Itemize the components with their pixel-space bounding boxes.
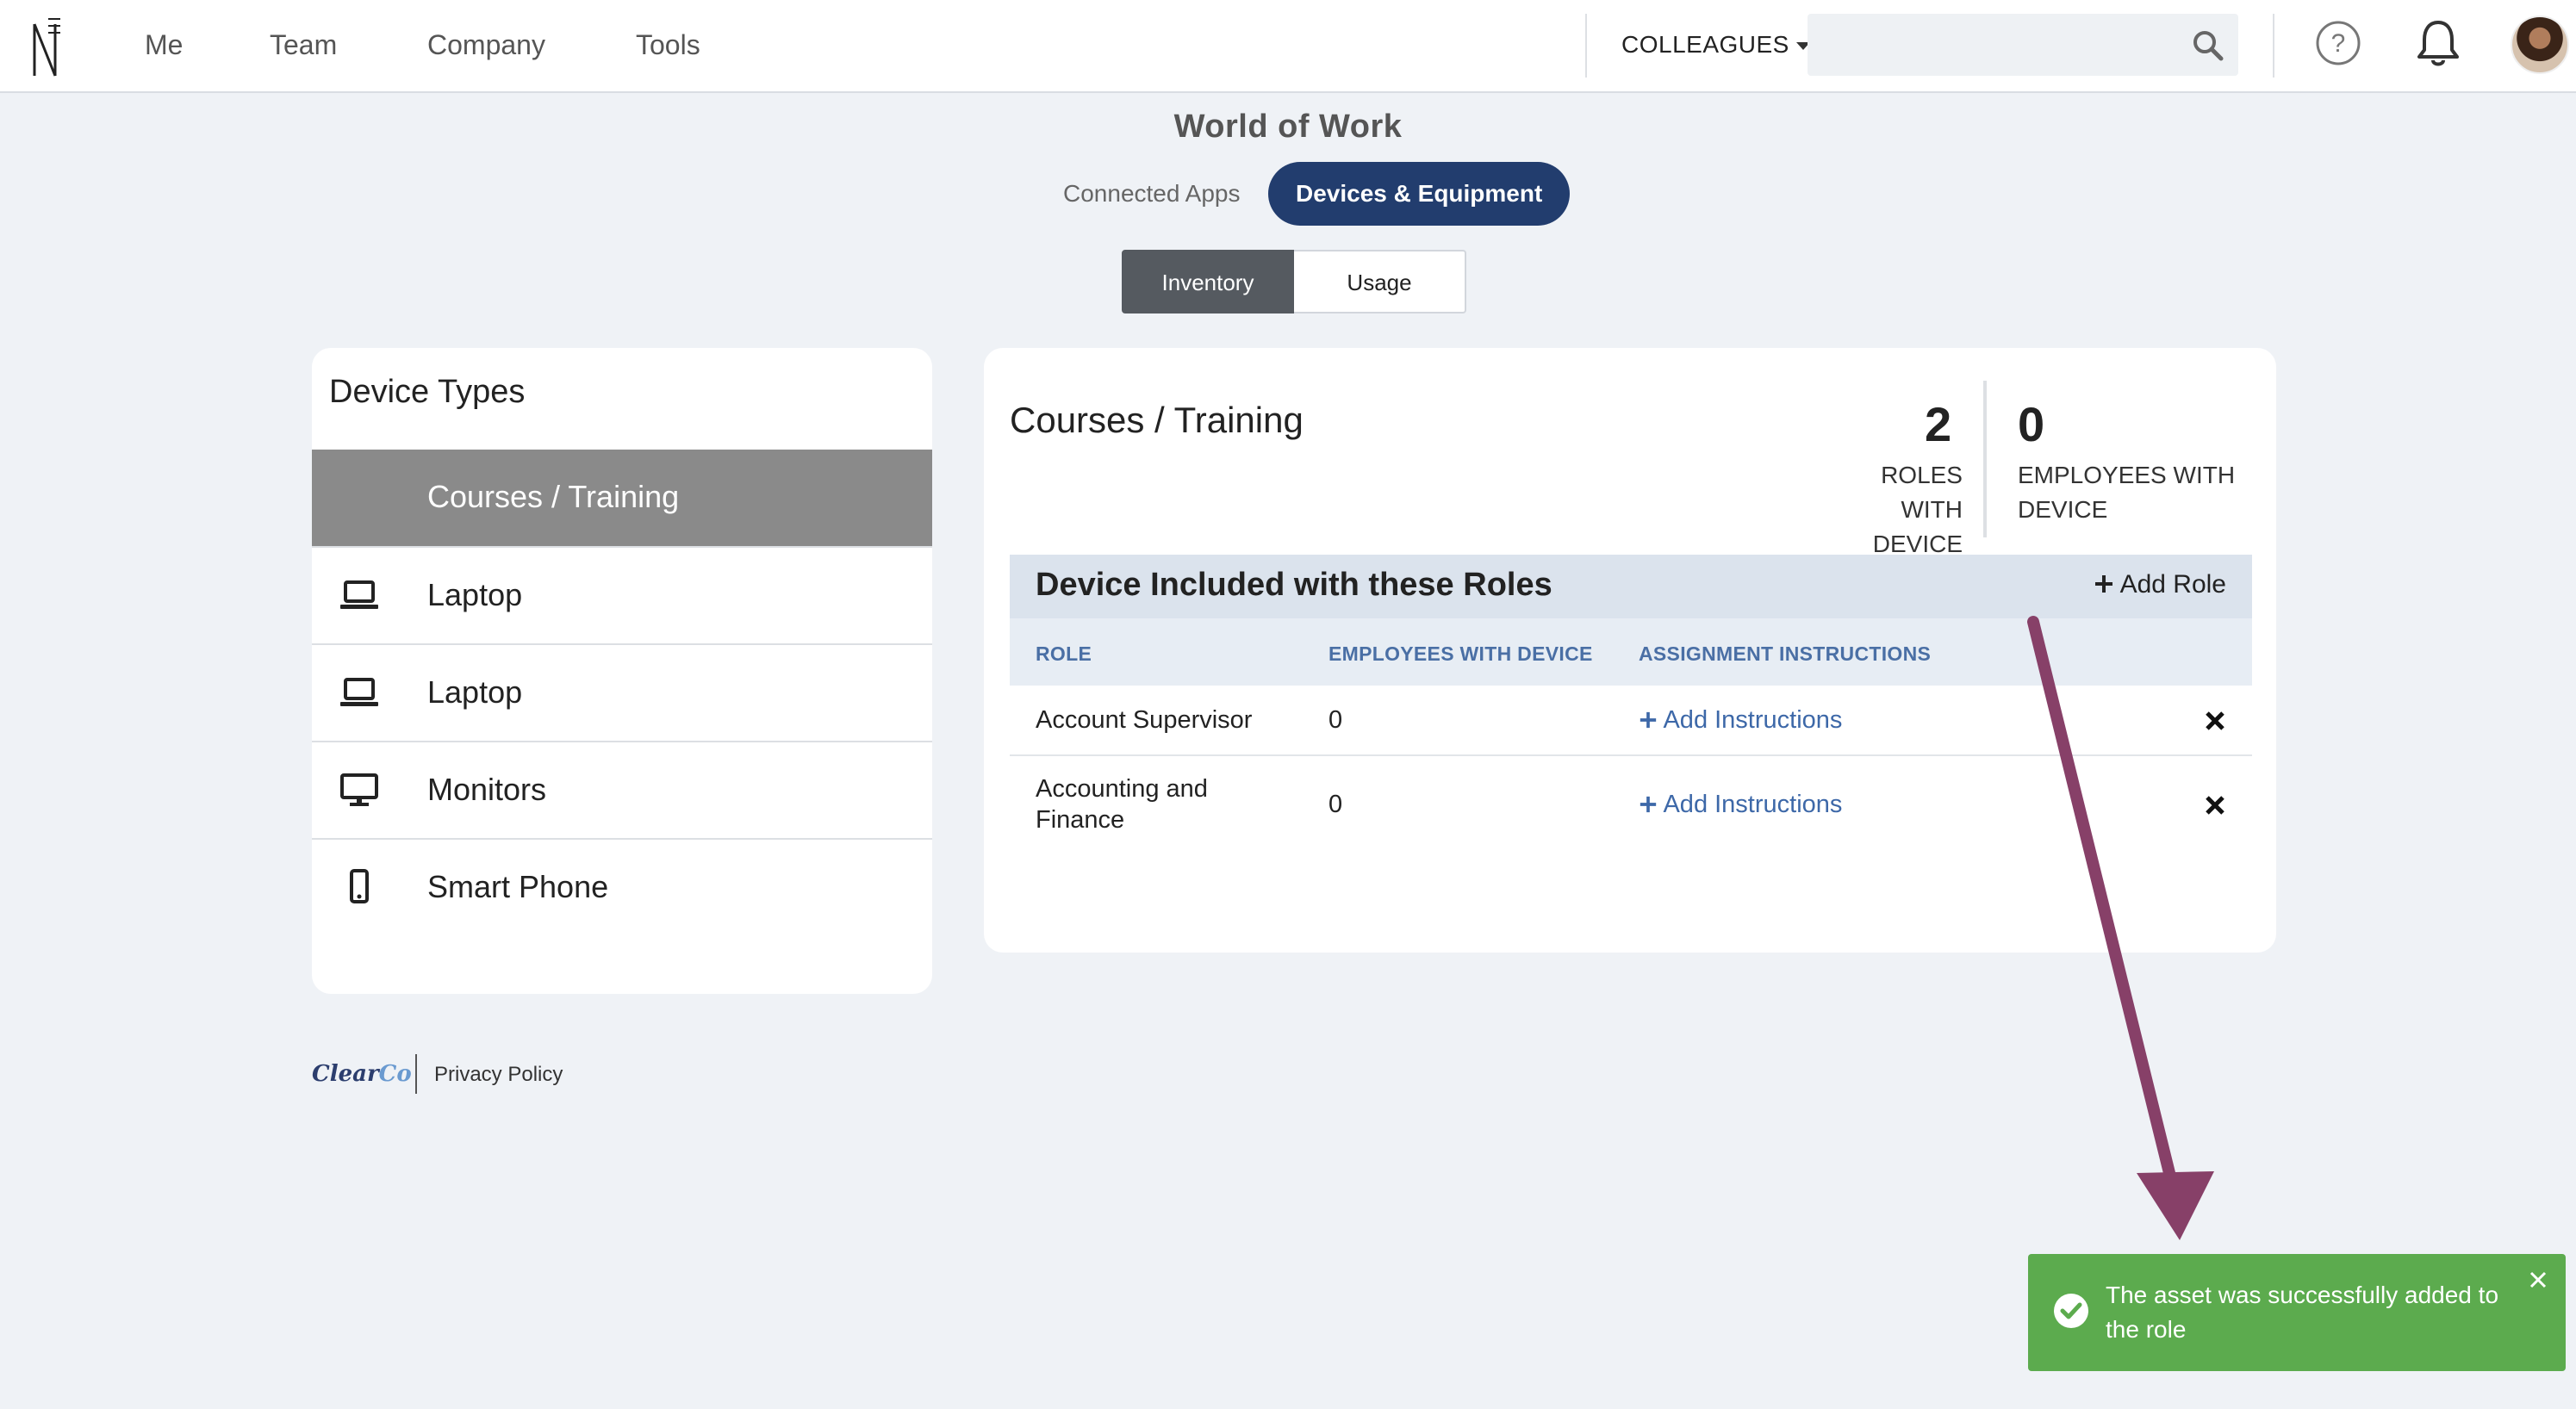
- laptop-icon: [340, 580, 378, 609]
- role-name-line: Accounting and: [1036, 775, 1208, 803]
- nav-divider: [1585, 14, 1587, 78]
- add-instructions-link[interactable]: Add Instructions: [1639, 789, 1842, 820]
- tab-devices-equipment[interactable]: Devices & Equipment: [1268, 162, 1571, 226]
- search-icon[interactable]: [2192, 29, 2224, 62]
- plus-icon: [1640, 711, 1657, 729]
- column-header-employees: EMPLOYEES WITH DEVICE: [1328, 642, 1593, 665]
- colleagues-dropdown[interactable]: COLLEAGUES: [1621, 28, 1810, 62]
- roles-label: ROLES WITH DEVICE: [1816, 458, 1963, 562]
- plus-icon: [2094, 575, 2112, 593]
- close-icon[interactable]: [2528, 1269, 2548, 1290]
- nav-me[interactable]: Me: [145, 28, 183, 62]
- employees-with-device: 0: [1328, 706, 1343, 734]
- brand-text: Co: [378, 1061, 412, 1087]
- tab-connected-apps[interactable]: Connected Apps: [1063, 162, 1241, 226]
- n-logo-icon[interactable]: [29, 16, 64, 78]
- nav-divider: [2273, 14, 2274, 78]
- device-detail-title: Courses / Training: [1010, 400, 1304, 440]
- device-type-monitors[interactable]: Monitors: [312, 741, 932, 837]
- check-circle-icon: [2054, 1294, 2088, 1328]
- search-box: [1808, 14, 2238, 76]
- svg-text:?: ?: [2331, 29, 2346, 58]
- device-type-label: Courses / Training: [427, 479, 680, 514]
- success-toast: The asset was successfully added to the …: [2028, 1254, 2566, 1371]
- add-role-label: Add Role: [2119, 570, 2226, 599]
- column-header-role: ROLE: [1036, 642, 1092, 665]
- role-name: Account Supervisor: [1036, 706, 1253, 734]
- device-type-label: Laptop: [427, 674, 523, 710]
- device-type-laptop[interactable]: Laptop: [312, 546, 932, 642]
- employees-label-line: EMPLOYEES WITH: [2018, 462, 2236, 488]
- footer-divider: [415, 1054, 417, 1094]
- employees-count: 0: [2018, 397, 2045, 451]
- toast-message: The asset was successfully added to the …: [2106, 1282, 2499, 1343]
- avatar[interactable]: [2511, 16, 2569, 74]
- usage-button[interactable]: Usage: [1294, 250, 1466, 313]
- phone-icon: [350, 869, 369, 903]
- device-type-label: Smart Phone: [427, 869, 609, 904]
- nav-team[interactable]: Team: [270, 28, 337, 62]
- clearco-logo: ClearCo: [312, 1061, 412, 1087]
- inventory-button[interactable]: Inventory: [1122, 250, 1294, 313]
- brand-text: Clear: [312, 1061, 379, 1087]
- employees-label: EMPLOYEES WITH DEVICE: [2018, 458, 2235, 527]
- employees-with-device: 0: [1328, 791, 1343, 818]
- device-type-laptop[interactable]: Laptop: [312, 643, 932, 740]
- device-types-heading: Device Types: [329, 374, 526, 410]
- roles-section-title: Device Included with these Roles: [1036, 567, 1552, 603]
- add-instructions-label: Add Instructions: [1663, 791, 1843, 818]
- laptop-icon: [340, 678, 378, 706]
- add-role-button[interactable]: Add Role: [2094, 570, 2226, 599]
- device-types-panel: Device Types Courses / Training Laptop L…: [312, 348, 932, 994]
- page-title: World of Work: [1173, 109, 1403, 145]
- device-type-label: Laptop: [427, 577, 523, 612]
- stats-divider: [1983, 381, 1987, 537]
- device-type-label: Monitors: [427, 772, 547, 807]
- add-instructions-label: Add Instructions: [1663, 706, 1843, 734]
- colleagues-label: COLLEAGUES: [1621, 31, 1789, 58]
- nav-tools[interactable]: Tools: [636, 28, 700, 62]
- monitor-icon: [340, 773, 378, 806]
- nav-company[interactable]: Company: [427, 28, 545, 62]
- roles-count: 2: [1925, 397, 1952, 451]
- privacy-policy-link[interactable]: Privacy Policy: [434, 1063, 563, 1087]
- employees-label-line: DEVICE: [2018, 496, 2108, 523]
- roles-label-line: ROLES WITH: [1881, 462, 1963, 523]
- annotation-arrow-icon: [2027, 616, 2214, 1240]
- bell-icon[interactable]: [2414, 17, 2462, 69]
- column-header-instructions: ASSIGNMENT INSTRUCTIONS: [1639, 642, 1932, 665]
- help-icon[interactable]: ?: [2314, 19, 2362, 67]
- inventory-usage-toggle: Inventory Usage: [1122, 250, 1466, 313]
- search-input[interactable]: [1808, 14, 2169, 76]
- top-navigation-bar: Me Team Company Tools COLLEAGUES ?: [0, 0, 2576, 93]
- add-instructions-link[interactable]: Add Instructions: [1639, 704, 1842, 736]
- device-type-smart-phone[interactable]: Smart Phone: [312, 838, 932, 934]
- plus-icon: [1640, 796, 1657, 813]
- role-name: Accounting and Finance: [1036, 773, 1208, 835]
- role-name-line: Finance: [1036, 806, 1125, 834]
- device-type-courses-training[interactable]: Courses / Training: [312, 450, 932, 546]
